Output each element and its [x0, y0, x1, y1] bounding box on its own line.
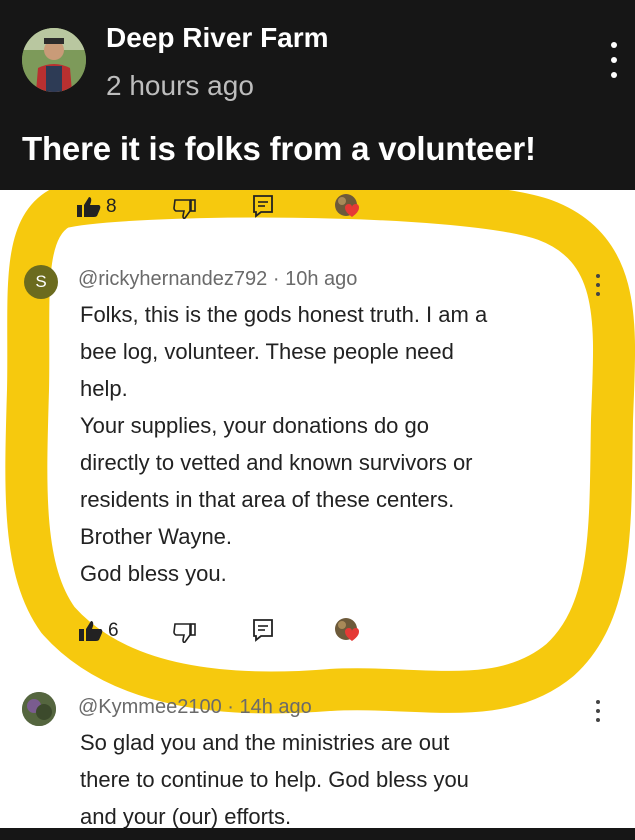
like-button[interactable]: 8 — [76, 196, 117, 218]
comment-line: Folks, this is the gods honest truth. I … — [80, 302, 488, 327]
comment-time: 10h ago — [285, 268, 358, 290]
author-avatar[interactable] — [22, 28, 86, 92]
dislike-button[interactable] — [172, 622, 198, 644]
comment-line: directly to vetted and known survivors o… — [80, 450, 473, 475]
comment-text: So glad you and the ministries are out t… — [80, 724, 469, 828]
post-time: 2 hours ago — [106, 70, 254, 101]
comment-icon — [253, 619, 273, 642]
author-avatar-image — [22, 28, 86, 92]
like-count: 8 — [106, 196, 117, 217]
creator-heart — [332, 192, 364, 220]
creator-heart — [332, 616, 364, 644]
thumbs-up-icon — [77, 197, 101, 217]
comment-line: and your (our) efforts. — [80, 804, 292, 828]
attached-screenshot[interactable]: 8 S @rickyhernandez792 · 10h ago Folks, … — [0, 190, 635, 828]
reply-button[interactable] — [252, 194, 274, 218]
post-text: There it is folks from a volunteer! — [22, 130, 536, 167]
comment-line: there to continue to help. God bless you — [80, 767, 469, 792]
separator-dot: · — [227, 696, 240, 718]
comment-more-icon[interactable] — [595, 274, 601, 296]
comment-time: 14h ago — [239, 696, 312, 718]
comment-line: Brother Wayne. — [80, 524, 233, 549]
commenter-handle[interactable]: @Kymmee2100 — [78, 696, 222, 718]
thumbs-down-icon — [173, 199, 196, 220]
author-name[interactable]: Deep River Farm — [106, 22, 329, 54]
comment-line: Your supplies, your donations do go — [80, 413, 429, 438]
like-count: 6 — [108, 620, 119, 641]
bottom-edge — [0, 828, 635, 840]
creator-heart-icon — [335, 618, 359, 641]
comment-header: @rickyhernandez792 · 10h ago — [78, 268, 357, 291]
commenter-avatar[interactable] — [22, 692, 56, 726]
thumbs-down-icon — [173, 623, 196, 644]
comment-line: God bless you. — [80, 561, 227, 586]
commenter-avatar-image — [22, 692, 56, 726]
comment-line: help. — [80, 376, 128, 401]
more-options-icon[interactable] — [609, 42, 619, 78]
dislike-button[interactable] — [172, 198, 198, 220]
like-button[interactable]: 6 — [78, 620, 119, 642]
thumbs-up-icon — [79, 621, 103, 641]
comment-icon — [253, 195, 273, 218]
comment-more-icon[interactable] — [595, 700, 601, 722]
commenter-handle[interactable]: @rickyhernandez792 — [78, 268, 267, 290]
comment-line: bee log, volunteer. These people need — [80, 339, 454, 364]
comment-line: residents in that area of these centers. — [80, 487, 455, 512]
comment-line: So glad you and the ministries are out — [80, 730, 450, 755]
avatar-letter: S — [35, 272, 47, 291]
commenter-avatar[interactable]: S — [24, 265, 58, 299]
post-header: Deep River Farm 2 hours ago There it is … — [0, 0, 635, 190]
reply-button[interactable] — [252, 618, 274, 642]
comment-header: @Kymmee2100 · 14h ago — [78, 696, 312, 719]
creator-heart-icon — [335, 194, 359, 217]
comment-text: Folks, this is the gods honest truth. I … — [80, 296, 487, 592]
separator-dot: · — [272, 268, 286, 290]
